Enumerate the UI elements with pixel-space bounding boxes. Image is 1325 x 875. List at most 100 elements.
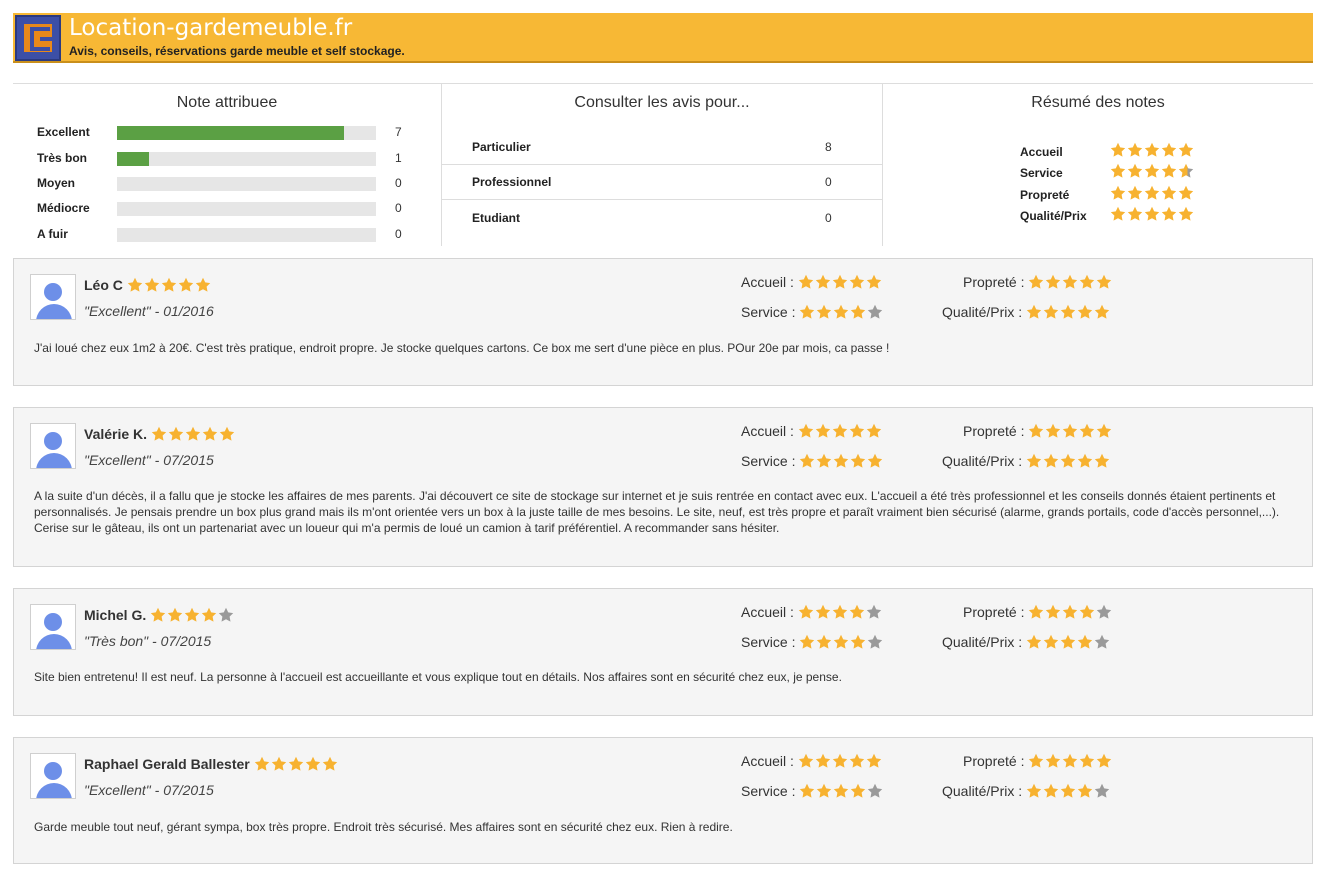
star-rating xyxy=(127,277,211,293)
star-icon xyxy=(1046,604,1061,619)
star-icon xyxy=(868,783,883,798)
star-rating xyxy=(798,753,882,769)
star-icon xyxy=(1178,163,1194,178)
panel-title: Note attribuee xyxy=(176,94,278,111)
star-rating xyxy=(1110,185,1194,201)
star-rating xyxy=(1110,163,1194,179)
rating-row-mediocre[interactable]: Médiocre 0 xyxy=(37,201,437,217)
filter-etudiant[interactable]: Etudiant 0 xyxy=(442,201,883,236)
star-icon xyxy=(800,783,815,798)
star-rating xyxy=(1110,142,1194,158)
criterion-accueil: Accueil : xyxy=(741,753,882,769)
star-icon xyxy=(1060,304,1076,319)
rating-row-a-fuir[interactable]: A fuir 0 xyxy=(37,227,437,243)
star-icon xyxy=(817,304,832,319)
rating-label: Excellent xyxy=(37,125,90,139)
reviewer-name: Michel G. xyxy=(84,607,147,623)
reviewer: Michel G. xyxy=(84,607,234,623)
review-card: Léo C "Excellent" - 01/2016 Accueil : Servi… xyxy=(13,258,1313,386)
star-icon xyxy=(851,634,866,649)
filter-professionnel[interactable]: Professionnel 0 xyxy=(442,165,883,200)
star-icon xyxy=(834,304,849,319)
filter-label: Etudiant xyxy=(472,211,520,225)
criterion-service: Service : xyxy=(741,304,883,320)
rating-bar xyxy=(117,126,376,140)
star-icon xyxy=(1029,274,1044,289)
criterion-service: Service : xyxy=(741,783,883,799)
review-verdict: "Excellent" - 07/2015 xyxy=(84,782,214,798)
star-icon xyxy=(1110,142,1126,157)
star-icon xyxy=(1046,423,1061,438)
star-icon xyxy=(832,753,848,768)
star-rating xyxy=(799,304,883,320)
star-icon xyxy=(1178,142,1194,157)
rating-count: 1 xyxy=(395,151,402,165)
star-icon xyxy=(1094,453,1110,468)
review-text: Site bien entretenu! Il est neuf. La per… xyxy=(34,670,842,684)
review-text: A la suite d'un décès, il a fallu que je… xyxy=(34,489,1280,535)
star-icon xyxy=(849,604,865,619)
criterion-label: Propreté : xyxy=(963,274,1025,290)
star-icon xyxy=(1080,604,1095,619)
star-icon xyxy=(1063,274,1078,289)
star-icon xyxy=(1127,163,1143,178)
reviewer: Valérie K. xyxy=(84,426,235,442)
rating-label: Médiocre xyxy=(37,201,90,215)
rating-count: 0 xyxy=(395,227,402,241)
criterion-label: Service : xyxy=(741,453,796,469)
star-icon xyxy=(1077,634,1093,649)
star-icon xyxy=(271,756,286,771)
star-icon xyxy=(1029,753,1044,768)
criterion-proprete: Propreté : xyxy=(963,274,1112,290)
filter-particulier[interactable]: Particulier 8 xyxy=(442,130,883,165)
star-icon xyxy=(1046,274,1061,289)
star-icon xyxy=(851,783,866,798)
rating-row-tres-bon[interactable]: Très bon 1 xyxy=(37,151,437,167)
star-icon xyxy=(851,453,866,468)
star-icon xyxy=(185,426,201,441)
star-icon xyxy=(1026,304,1042,319)
star-icon xyxy=(202,607,217,622)
star-icon xyxy=(1178,185,1194,200)
criterion-accueil: Accueil : xyxy=(741,423,882,439)
rating-bar xyxy=(117,177,376,191)
star-icon xyxy=(185,607,200,622)
star-icon xyxy=(1060,783,1076,798)
star-icon xyxy=(834,783,849,798)
site-title[interactable]: Location-gardemeuble.fr xyxy=(69,15,352,41)
filter-panel: Consulter les avis pour... Particulier 8… xyxy=(441,84,883,246)
filter-count: 0 xyxy=(825,211,832,225)
star-rating xyxy=(1026,783,1110,799)
star-icon xyxy=(849,423,865,438)
star-icon xyxy=(1144,142,1160,157)
star-icon xyxy=(195,277,211,292)
star-icon xyxy=(1094,783,1110,798)
summary-label: Qualité/Prix xyxy=(1020,209,1087,223)
star-icon xyxy=(1110,163,1126,178)
filter-count: 8 xyxy=(825,140,832,154)
star-icon xyxy=(178,277,194,292)
criterion-label: Qualité/Prix : xyxy=(942,634,1023,650)
criterion-label: Propreté : xyxy=(963,423,1025,439)
review-text: Garde meuble tout neuf, gérant sympa, bo… xyxy=(34,820,733,834)
star-icon xyxy=(1094,634,1110,649)
rating-row-excellent[interactable]: Excellent 7 xyxy=(37,125,437,141)
summary-row-service: Service xyxy=(1020,163,1220,183)
criterion-proprete: Propreté : xyxy=(963,423,1112,439)
star-icon xyxy=(815,753,831,768)
star-icon xyxy=(1043,783,1059,798)
star-rating xyxy=(799,783,883,799)
criterion-qualite-prix: Qualité/Prix : xyxy=(942,634,1110,650)
site-logo[interactable] xyxy=(15,15,61,61)
rating-row-moyen[interactable]: Moyen 0 xyxy=(37,176,437,192)
star-icon xyxy=(849,753,865,768)
star-icon xyxy=(800,304,815,319)
star-icon xyxy=(817,453,832,468)
star-icon xyxy=(161,277,177,292)
star-icon xyxy=(1029,604,1044,619)
criterion-label: Propreté : xyxy=(963,604,1025,620)
criterion-label: Service : xyxy=(741,783,796,799)
summary-row-proprete: Propreté xyxy=(1020,185,1220,205)
star-rating xyxy=(798,274,882,290)
avatar-user-icon xyxy=(30,274,76,320)
